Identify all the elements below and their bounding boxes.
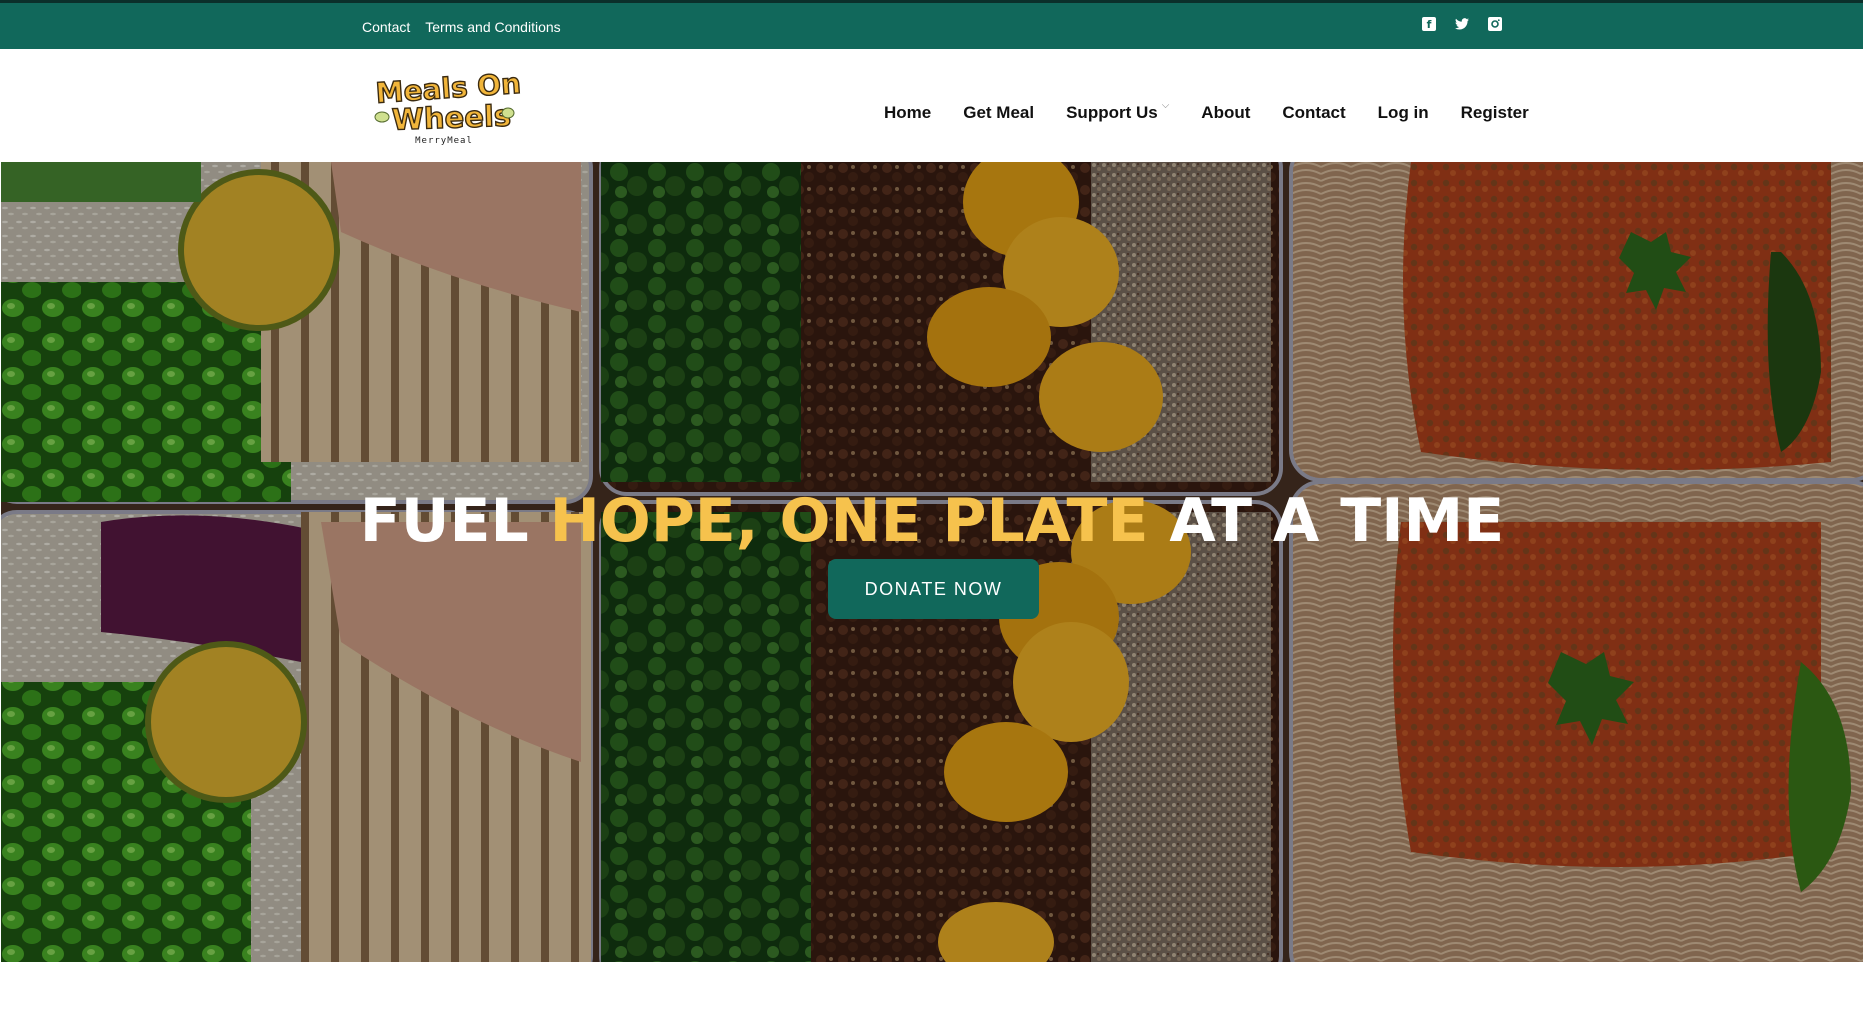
nav-get-meal[interactable]: Get Meal [963, 103, 1034, 123]
main-nav: Home Get Meal Support Us ⌵ About Contact… [884, 100, 1561, 123]
nav-login[interactable]: Log in [1378, 103, 1429, 123]
nav-home[interactable]: Home [884, 103, 931, 123]
top-link-contact[interactable]: Contact [362, 19, 410, 35]
top-link-terms[interactable]: Terms and Conditions [425, 19, 560, 35]
hero-headline-highlight: HOPE, ONE PLATE [549, 486, 1149, 556]
social-links: f [1422, 17, 1502, 31]
nav-support-us-dropdown[interactable]: Support Us ⌵ [1066, 100, 1170, 123]
chevron-down-icon: ⌵ [1161, 100, 1170, 111]
site-logo[interactable]: Meals On Wheels MerryMeal [372, 65, 523, 147]
nav-about[interactable]: About [1201, 103, 1250, 123]
nav-register[interactable]: Register [1461, 103, 1529, 123]
nav-support-us[interactable]: Support Us [1066, 103, 1158, 123]
hero-banner: FUEL HOPE, ONE PLATE AT A TIME DONATE NO… [1, 162, 1863, 962]
nav-contact[interactable]: Contact [1282, 103, 1345, 123]
instagram-icon[interactable] [1488, 17, 1502, 31]
hero-headline: FUEL HOPE, ONE PLATE AT A TIME [359, 486, 1505, 556]
twitter-icon[interactable] [1455, 17, 1469, 31]
logo-tagline: MerryMeal [415, 136, 473, 146]
top-links: Contact Terms and Conditions [362, 19, 561, 35]
donate-now-button[interactable]: DONATE NOW [828, 559, 1039, 619]
svg-text:Wheels: Wheels [391, 99, 511, 137]
facebook-icon[interactable]: f [1422, 17, 1436, 31]
site-header: Meals On Wheels MerryMeal Home Get Meal … [0, 49, 1863, 162]
top-utility-bar: Contact Terms and Conditions f [0, 0, 1863, 49]
